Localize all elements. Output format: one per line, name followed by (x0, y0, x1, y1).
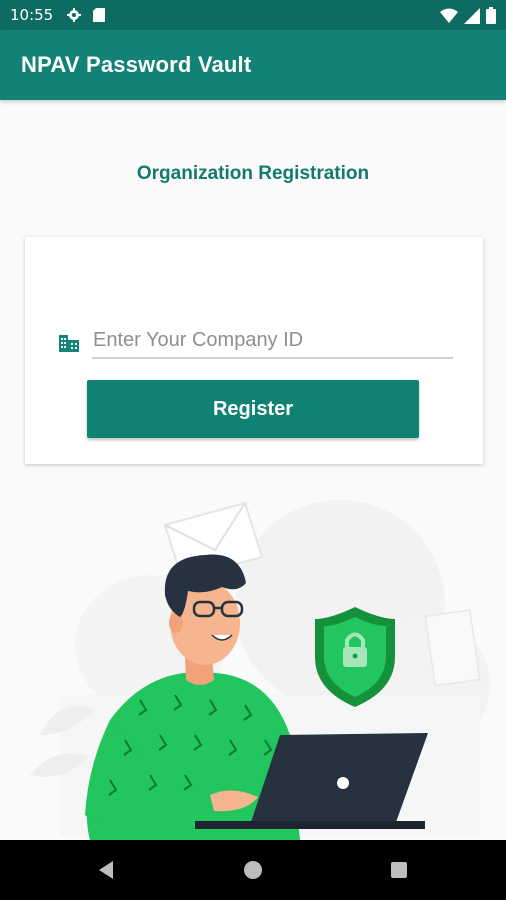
battery-icon (486, 7, 496, 24)
page-title: Organization Registration (136, 163, 370, 184)
wifi-icon (440, 8, 458, 23)
status-right-icons (440, 7, 496, 24)
company-id-input[interactable] (92, 323, 453, 359)
home-button[interactable] (237, 854, 269, 886)
security-illustration (30, 500, 490, 840)
sd-card-icon (93, 8, 105, 22)
back-icon (99, 861, 113, 879)
status-bar: 10:55 (0, 0, 506, 30)
company-building-icon (59, 335, 79, 352)
status-time: 10:55 (10, 6, 54, 24)
registration-card: Register (25, 237, 483, 464)
recents-button[interactable] (383, 854, 415, 886)
home-icon (244, 861, 262, 879)
app-bar: NPAV Password Vault (0, 30, 506, 100)
recents-icon (391, 862, 407, 878)
app-title: NPAV Password Vault (21, 52, 252, 77)
signal-icon (464, 7, 480, 24)
register-button[interactable]: Register (87, 380, 419, 438)
status-left-icons (66, 7, 106, 23)
settings-icon (67, 8, 81, 22)
back-button[interactable] (90, 854, 122, 886)
navigation-bar (0, 840, 506, 900)
